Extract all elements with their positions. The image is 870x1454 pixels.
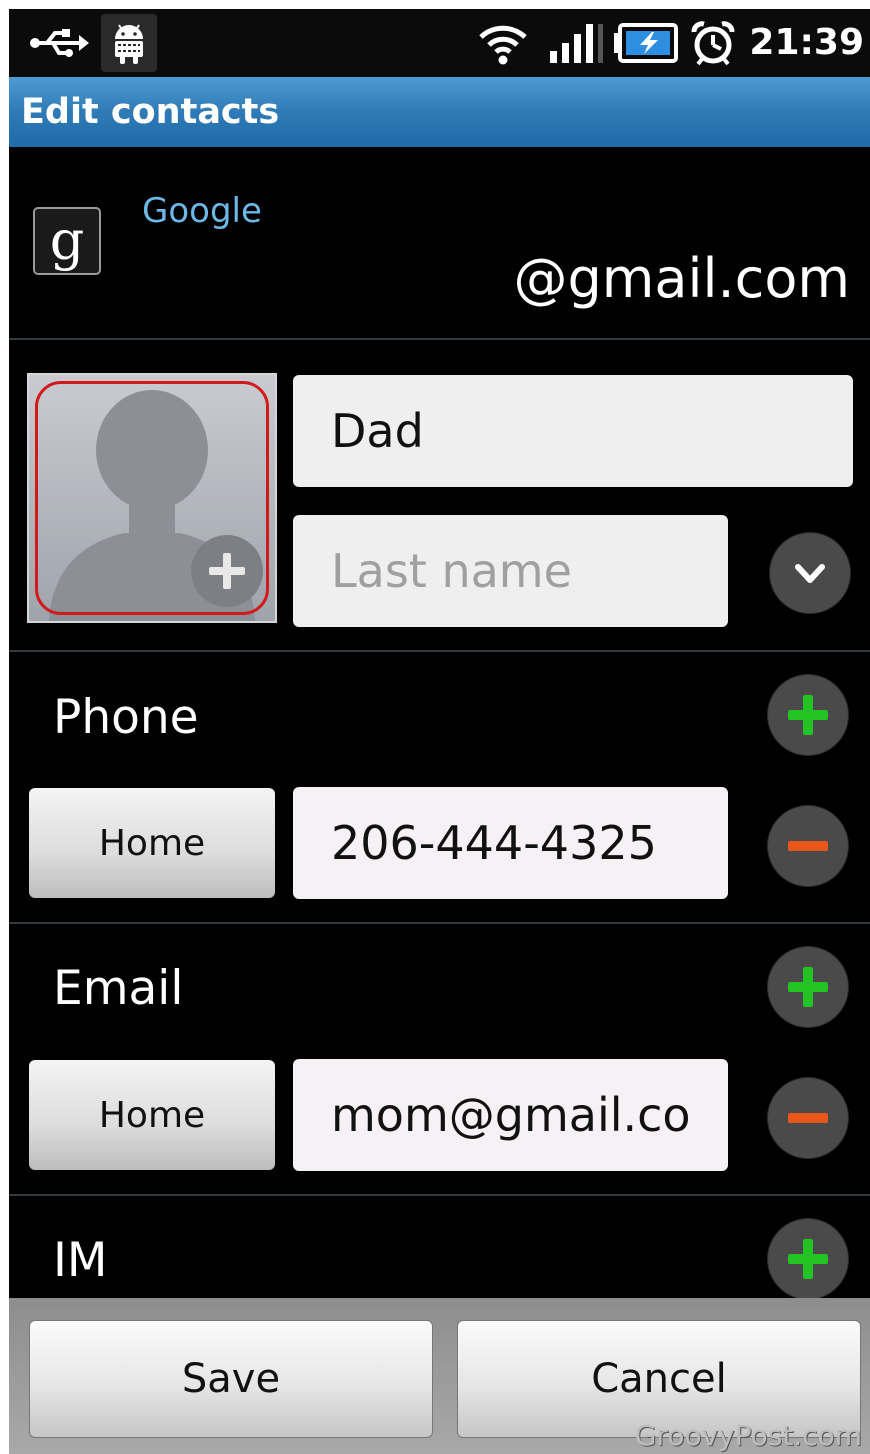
account-header: g Google @gmail.com [9, 147, 870, 340]
status-clock: 21:39 [749, 22, 864, 63]
phone-type-button[interactable]: Home [29, 788, 275, 898]
divider [9, 1194, 870, 1196]
add-im-button[interactable] [767, 1218, 849, 1300]
google-g-icon: g [33, 207, 101, 275]
expand-name-button[interactable] [769, 532, 851, 614]
first-name-field[interactable]: Dad [293, 375, 853, 487]
bottom-action-bar: Save Cancel GroovyPost.com [9, 1298, 870, 1454]
minus-icon [788, 1113, 828, 1123]
contact-photo-button[interactable] [27, 373, 277, 623]
chevron-down-icon [795, 564, 825, 583]
phone-screen: 21:39 Edit contacts g Google @gmail.com … [9, 9, 870, 1454]
status-bar: 21:39 [9, 9, 870, 77]
email-address-field[interactable]: mom@gmail.co [293, 1059, 728, 1171]
add-email-button[interactable] [767, 946, 849, 1028]
android-debug-icon [101, 9, 157, 77]
signal-icon [545, 9, 607, 77]
plus-icon [788, 967, 828, 1007]
usb-icon [27, 9, 93, 77]
alarm-icon [687, 9, 739, 77]
remove-email-button[interactable] [767, 1077, 849, 1159]
last-name-field[interactable]: Last name [293, 515, 728, 627]
watermark: GroovyPost.com [634, 1419, 862, 1452]
add-phone-button[interactable] [767, 674, 849, 756]
account-email: @gmail.com [513, 247, 850, 310]
save-button[interactable]: Save [29, 1320, 433, 1438]
remove-phone-button[interactable] [767, 805, 849, 887]
divider [9, 338, 870, 340]
phone-section-label: Phone [53, 690, 199, 745]
title-bar: Edit contacts [9, 77, 870, 147]
account-type-label: Google [142, 191, 262, 231]
divider [9, 922, 870, 924]
email-section-label: Email [53, 961, 184, 1016]
email-type-button[interactable]: Home [29, 1060, 275, 1170]
plus-icon [788, 695, 828, 735]
im-section-label: IM [53, 1233, 108, 1288]
divider [9, 650, 870, 652]
battery-charging-icon [609, 9, 681, 77]
page-title: Edit contacts [21, 92, 280, 132]
minus-icon [788, 841, 828, 851]
wifi-icon [473, 9, 533, 77]
plus-icon [788, 1239, 828, 1279]
plus-icon [191, 535, 263, 607]
phone-number-field[interactable]: 206-444-4325 [293, 787, 728, 899]
